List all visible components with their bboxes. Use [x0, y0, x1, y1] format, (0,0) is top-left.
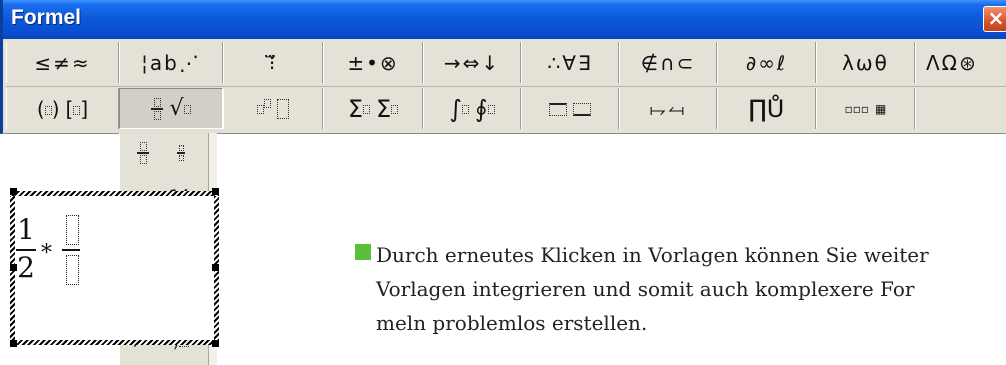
spaces-ellipses-palette-button[interactable]: ¦ab⋰ [119, 42, 223, 83]
bullet-marker [355, 244, 371, 260]
contour-integral-template-icon: ∮ [475, 95, 495, 123]
integral-template-icon: ∫ [449, 95, 469, 123]
relations-icon: ≤≠≈ [34, 50, 91, 75]
overbar-template-icon [549, 99, 567, 118]
close-button[interactable]: × [983, 6, 1006, 32]
matrices-palette-button[interactable]: ▫▫▫ ▦ [816, 88, 915, 129]
empty-palette-slot [915, 88, 1006, 129]
greek-lowercase-palette-button[interactable]: λωθ [816, 42, 915, 83]
set-theory-icon: ∉∩⊂ [640, 50, 696, 75]
misc-symbols-palette-button[interactable]: ∂∞ℓ [717, 42, 816, 83]
description-text: Durch erneutes Klicken in Vorlagen könne… [376, 243, 929, 335]
relations-palette-button[interactable]: ≤≠≈ [6, 42, 119, 83]
products-set-theory-palette-button[interactable]: ∏Ů [717, 88, 816, 129]
resize-handle[interactable] [212, 264, 219, 271]
radical-template-icon: √ [169, 96, 191, 121]
resize-handle[interactable] [212, 340, 219, 347]
subscripts-superscripts-palette-button[interactable] [223, 88, 323, 129]
resize-handle[interactable] [212, 188, 219, 195]
fraction-numerator: 1 [17, 213, 35, 246]
fraction-bar [62, 249, 80, 251]
products-set-theory-icon: ∏Ů [748, 94, 785, 123]
template-palette-row: () [] √ Σ Σ ∫ ∮ ⥟⥚ ∏Ů ▫▫▫ ▦ [6, 88, 1006, 131]
resize-handle[interactable] [10, 340, 17, 347]
logic-palette-button[interactable]: ∴∀∃ [521, 42, 619, 83]
underbar-template-icon [573, 99, 591, 118]
labeled-arrows-palette-button[interactable]: ⥟⥚ [619, 88, 717, 129]
row-vector-template-icon: ▫▫▫ [844, 101, 870, 116]
sum-template-icon: Σ [348, 95, 370, 123]
embellishments-icon: ⁝⃗⃛ [268, 50, 278, 75]
fences-palette-button[interactable]: () [] [6, 88, 119, 129]
formula-edit-frame[interactable] [10, 191, 219, 345]
fractions-radicals-palette-button[interactable]: √ [119, 88, 223, 129]
operators-icon: ±•⊗ [347, 50, 399, 75]
sums-palette-button[interactable]: Σ Σ [323, 88, 423, 129]
operators-palette-button[interactable]: ±•⊗ [323, 42, 423, 83]
fraction-denominator: 2 [17, 251, 35, 284]
brackets-template-icon: [] [65, 96, 89, 121]
superscript-template-icon [257, 99, 271, 118]
fraction-template-icon [151, 97, 164, 120]
window-title: Formel [11, 6, 82, 29]
row-separator [6, 86, 1006, 87]
small-fraction-template[interactable] [162, 133, 200, 173]
arrows-palette-button[interactable]: →⇔↓ [423, 42, 521, 83]
title-bar[interactable]: Formel × [3, 0, 1006, 39]
misc-symbols-icon: ∂∞ℓ [745, 50, 788, 75]
logic-icon: ∴∀∃ [547, 50, 593, 75]
symbol-palette-row: ≤≠≈ ¦ab⋰ ⁝⃗⃛ ±•⊗ →⇔↓ ∴∀∃ ∉∩⊂ ∂∞ℓ λωθ ΛΩ⊛ [6, 42, 1006, 85]
integrals-palette-button[interactable]: ∫ ∮ [423, 88, 521, 129]
labeled-arrows-icon: ⥟⥚ [650, 96, 686, 121]
greek-uppercase-palette-button[interactable]: ΛΩ⊛ [915, 42, 1006, 83]
under-overbars-palette-button[interactable] [521, 88, 619, 129]
greek-lowercase-icon: λωθ [842, 50, 889, 75]
sum-limits-template-icon: Σ [376, 95, 399, 123]
formula-editor-window: Formel × ≤≠≈ ¦ab⋰ ⁝⃗⃛ ±•⊗ →⇔↓ ∴∀∃ ∉∩⊂ ∂∞… [0, 0, 1006, 134]
arrows-icon: →⇔↓ [443, 50, 501, 75]
greek-uppercase-icon: ΛΩ⊛ [926, 50, 978, 75]
spaces-ellipses-icon: ¦ab⋰ [141, 50, 201, 75]
parentheses-template-icon: () [36, 96, 60, 121]
matrix-template-icon: ▦ [875, 101, 887, 116]
overscript-template-icon [277, 98, 289, 119]
embellishments-palette-button[interactable]: ⁝⃗⃛ [223, 42, 323, 83]
multiply-operator: * [41, 241, 52, 266]
resize-handle[interactable] [10, 188, 17, 195]
empty-numerator-slot[interactable] [66, 215, 79, 245]
empty-denominator-slot[interactable] [66, 255, 79, 285]
set-theory-palette-button[interactable]: ∉∩⊂ [619, 42, 717, 83]
full-fraction-template[interactable] [124, 133, 162, 173]
